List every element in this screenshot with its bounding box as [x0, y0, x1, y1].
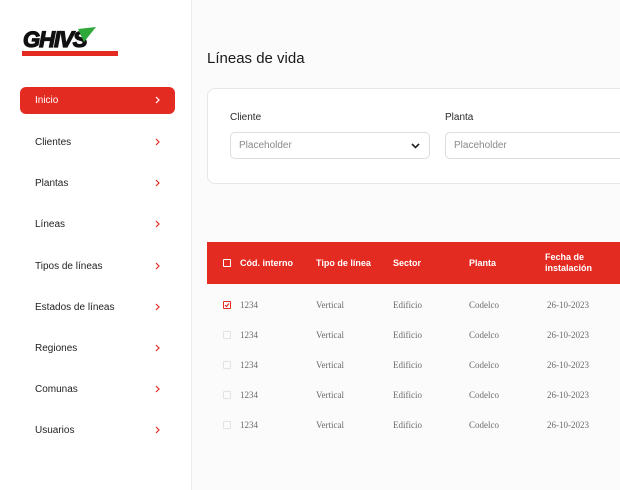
sidebar-item-label: Tipos de líneas [35, 261, 103, 272]
table-row[interactable]: 1234 Vertical Edificio Codelco 26-10-202… [207, 320, 620, 350]
planta-select-value: Placeholder [454, 140, 507, 151]
cell-tipo: Vertical [316, 300, 344, 310]
cell-codigo: 1234 [240, 420, 258, 430]
cell-fecha: 26-10-2023 [547, 330, 589, 340]
cell-fecha: 26-10-2023 [547, 390, 589, 400]
column-header-sector[interactable]: Sector [393, 242, 421, 284]
cell-planta: Codelco [469, 420, 499, 430]
table-row[interactable]: 1234 Vertical Edificio Codelco 26-10-202… [207, 290, 620, 320]
cell-planta: Codelco [469, 360, 499, 370]
chevron-right-icon [155, 220, 160, 228]
row-checkbox[interactable] [223, 301, 231, 309]
planta-select[interactable]: Placeholder [445, 132, 620, 159]
select-all-checkbox[interactable] [223, 259, 231, 267]
chevron-right-icon [155, 179, 160, 187]
sidebar-item-usuarios[interactable]: Usuarios [20, 417, 175, 444]
cliente-select-value: Placeholder [239, 140, 292, 151]
cell-codigo: 1234 [240, 360, 258, 370]
sidebar-item-label: Inicio [35, 95, 59, 106]
planta-label: Planta [445, 112, 474, 123]
sidebar-item-comunas[interactable]: Comunas [20, 376, 175, 403]
cell-planta: Codelco [469, 300, 499, 310]
row-checkbox[interactable] [223, 391, 231, 399]
column-header-codigo[interactable]: Cód. interno [240, 242, 293, 284]
page-title: Líneas de vida [207, 50, 305, 67]
sidebar-item-label: Líneas [35, 219, 66, 230]
column-header-planta[interactable]: Planta [469, 242, 496, 284]
table-row[interactable]: 1234 Vertical Edificio Codelco 26-10-202… [207, 380, 620, 410]
row-checkbox[interactable] [223, 331, 231, 339]
chevron-right-icon [155, 138, 160, 146]
table-row[interactable]: 1234 Vertical Edificio Codelco 26-10-202… [207, 350, 620, 380]
cell-fecha: 26-10-2023 [547, 420, 589, 430]
check-icon [224, 303, 230, 308]
cell-sector: Edificio [393, 330, 422, 340]
cell-tipo: Vertical [316, 420, 344, 430]
sidebar-item-plantas[interactable]: Plantas [20, 170, 175, 197]
cell-fecha: 26-10-2023 [547, 360, 589, 370]
cell-planta: Codelco [469, 330, 499, 340]
cliente-label: Cliente [230, 112, 262, 123]
filter-card: Cliente Placeholder Planta Placeholder [207, 88, 620, 184]
cell-tipo: Vertical [316, 330, 344, 340]
sidebar-item-label: Estados de líneas [35, 302, 115, 313]
svg-text:GHIVS: GHIVS [23, 27, 88, 52]
cell-codigo: 1234 [240, 330, 258, 340]
chevron-right-icon [155, 385, 160, 393]
row-checkbox[interactable] [223, 421, 231, 429]
chevron-right-icon [155, 344, 160, 352]
cell-planta: Codelco [469, 390, 499, 400]
table-row[interactable]: 1234 Vertical Edificio Codelco 26-10-202… [207, 410, 620, 440]
cell-sector: Edificio [393, 420, 422, 430]
sidebar-item-label: Usuarios [35, 425, 75, 436]
sidebar-item-clientes[interactable]: Clientes [20, 129, 175, 156]
sidebar-item-regiones[interactable]: Regiones [20, 335, 175, 362]
cell-sector: Edificio [393, 360, 422, 370]
sidebar-item-label: Plantas [35, 178, 69, 189]
sidebar-item-tipos-de-lineas[interactable]: Tipos de líneas [20, 253, 175, 280]
ghivs-logo: GHIVS [20, 26, 118, 56]
cell-fecha: 26-10-2023 [547, 300, 589, 310]
cell-tipo: Vertical [316, 360, 344, 370]
chevron-right-icon [155, 262, 160, 270]
chevron-right-icon [155, 303, 160, 311]
cell-codigo: 1234 [240, 390, 258, 400]
chevron-right-icon [155, 96, 160, 104]
main-content: Líneas de vida Cliente Placeholder Plant… [192, 0, 620, 490]
row-checkbox[interactable] [223, 361, 231, 369]
column-header-tipo[interactable]: Tipo de línea [316, 242, 371, 284]
cliente-select[interactable]: Placeholder [230, 132, 430, 159]
chevron-down-icon [411, 143, 420, 149]
cell-tipo: Vertical [316, 390, 344, 400]
column-header-fecha[interactable]: Fecha de instalación [545, 242, 605, 284]
sidebar-item-inicio[interactable]: Inicio [20, 87, 175, 114]
sidebar-item-lineas[interactable]: Líneas [20, 211, 175, 238]
sidebar-item-estados-de-lineas[interactable]: Estados de líneas [20, 294, 175, 321]
cell-sector: Edificio [393, 390, 422, 400]
sidebar: GHIVS Inicio Clientes Plantas Líneas Tip… [0, 0, 192, 490]
chevron-right-icon [155, 426, 160, 434]
sidebar-item-label: Comunas [35, 384, 78, 395]
cell-codigo: 1234 [240, 300, 258, 310]
sidebar-item-label: Regiones [35, 343, 78, 354]
sidebar-item-label: Clientes [35, 137, 72, 148]
table-header: Cód. interno Tipo de línea Sector Planta… [207, 242, 620, 284]
cell-sector: Edificio [393, 300, 422, 310]
